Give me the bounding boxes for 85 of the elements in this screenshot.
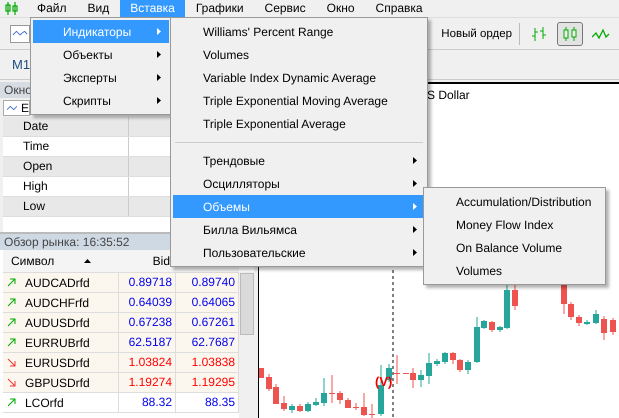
candlestick-icon[interactable] xyxy=(5,2,19,15)
menu-item[interactable]: Williams' Percent Range xyxy=(173,20,425,43)
bar-chart-icon xyxy=(531,26,547,42)
menu-item[interactable]: On Balance Volume xyxy=(426,236,603,259)
table-cell: Low xyxy=(3,197,129,216)
submenu-arrow-icon xyxy=(157,28,161,35)
symbol-name[interactable]: EURUSDrfd xyxy=(25,356,90,370)
candle xyxy=(418,370,424,388)
line-chart-icon xyxy=(592,28,610,40)
candle xyxy=(289,404,295,414)
submenu-arrow-icon xyxy=(413,203,417,210)
bid-price: 0.89718 xyxy=(119,273,176,292)
bid-price: 0.67238 xyxy=(119,313,176,332)
menu-item[interactable]: Окно xyxy=(316,0,365,17)
candle xyxy=(297,404,303,412)
timeframe-button[interactable]: M1 xyxy=(12,57,30,72)
submenu-arrow-icon xyxy=(413,180,417,187)
submenu-arrow-icon xyxy=(157,97,161,104)
submenu-arrow-icon xyxy=(413,226,417,233)
new-order-button[interactable]: Новый ордер xyxy=(439,28,514,40)
bid-price: 88.32 xyxy=(119,393,176,412)
bid-price: 1.03824 xyxy=(119,353,176,372)
candle xyxy=(442,352,448,364)
candle xyxy=(426,352,432,384)
line-chart-icon xyxy=(7,104,17,112)
bid-price: 1.19274 xyxy=(119,373,176,392)
menu-item[interactable]: Triple Exponential Average xyxy=(173,112,425,135)
column-header[interactable]: Символ xyxy=(7,254,58,268)
candle xyxy=(313,398,319,406)
candle xyxy=(576,314,582,326)
menu-item[interactable]: Файл xyxy=(27,0,77,17)
candle xyxy=(512,284,518,310)
menu-item[interactable]: Volumes xyxy=(426,259,603,282)
symbol-selector[interactable]: E xyxy=(3,100,30,116)
submenu-arrow-icon xyxy=(157,51,161,58)
symbol-name[interactable]: GBPUSDrfd xyxy=(25,376,90,390)
candlestick-icon xyxy=(562,26,578,42)
scrollbar[interactable] xyxy=(239,272,254,418)
submenu-arrow-icon xyxy=(413,157,417,164)
candle xyxy=(329,374,335,404)
table-cell: Date xyxy=(3,117,129,136)
menu-item[interactable]: Объекты xyxy=(33,43,169,66)
menu-item[interactable]: Вид xyxy=(78,0,120,17)
candle xyxy=(610,318,616,336)
line-chart-icon[interactable] xyxy=(10,24,30,42)
candle xyxy=(465,360,471,374)
candle xyxy=(281,396,287,412)
candle xyxy=(394,354,400,384)
menu-item[interactable]: Volumes xyxy=(173,43,425,66)
candle xyxy=(584,320,590,326)
table-cell: High xyxy=(3,177,129,196)
table-cell: Open xyxy=(3,157,129,176)
candle xyxy=(337,390,343,404)
symbol-name[interactable]: AUDUSDrfd xyxy=(25,316,90,330)
menu-item[interactable]: Accumulation/Distribution xyxy=(426,190,603,213)
menu-item[interactable]: Сервис xyxy=(254,0,316,17)
menu-item[interactable]: Трендовые xyxy=(173,149,425,172)
candle xyxy=(601,316,607,340)
symbol-name[interactable]: AUDCHFrfd xyxy=(25,296,90,310)
candle xyxy=(369,404,375,418)
candle xyxy=(305,402,311,412)
symbol-name[interactable]: AUDCADrfd xyxy=(25,276,90,290)
table-cell: Time xyxy=(3,137,129,156)
menu-item[interactable]: Графики xyxy=(186,0,254,17)
candle xyxy=(353,402,359,410)
menu-item[interactable]: Справка xyxy=(366,0,433,17)
bid-price: 0.64039 xyxy=(119,293,176,312)
menu-item[interactable]: Money Flow Index xyxy=(426,213,603,236)
menu-item[interactable]: Осцилляторы xyxy=(173,172,425,195)
candle xyxy=(361,392,367,416)
column-header[interactable]: Bid xyxy=(148,254,174,268)
candle xyxy=(489,320,495,332)
candle xyxy=(593,310,599,324)
candle xyxy=(259,368,264,378)
sort-ascending-icon[interactable] xyxy=(84,259,92,263)
chart-type-button[interactable] xyxy=(557,22,583,46)
submenu-arrow-icon xyxy=(413,249,417,256)
candle xyxy=(345,398,351,408)
bid-price: 62.5187 xyxy=(119,333,176,352)
candle xyxy=(321,378,327,406)
chart-title: S Dollar xyxy=(427,88,470,102)
symbol-name[interactable]: LCOrfd xyxy=(25,396,64,410)
submenu-arrow-icon xyxy=(157,74,161,81)
candle xyxy=(434,358,440,366)
symbol-name[interactable]: EURRUBrfd xyxy=(25,336,90,350)
